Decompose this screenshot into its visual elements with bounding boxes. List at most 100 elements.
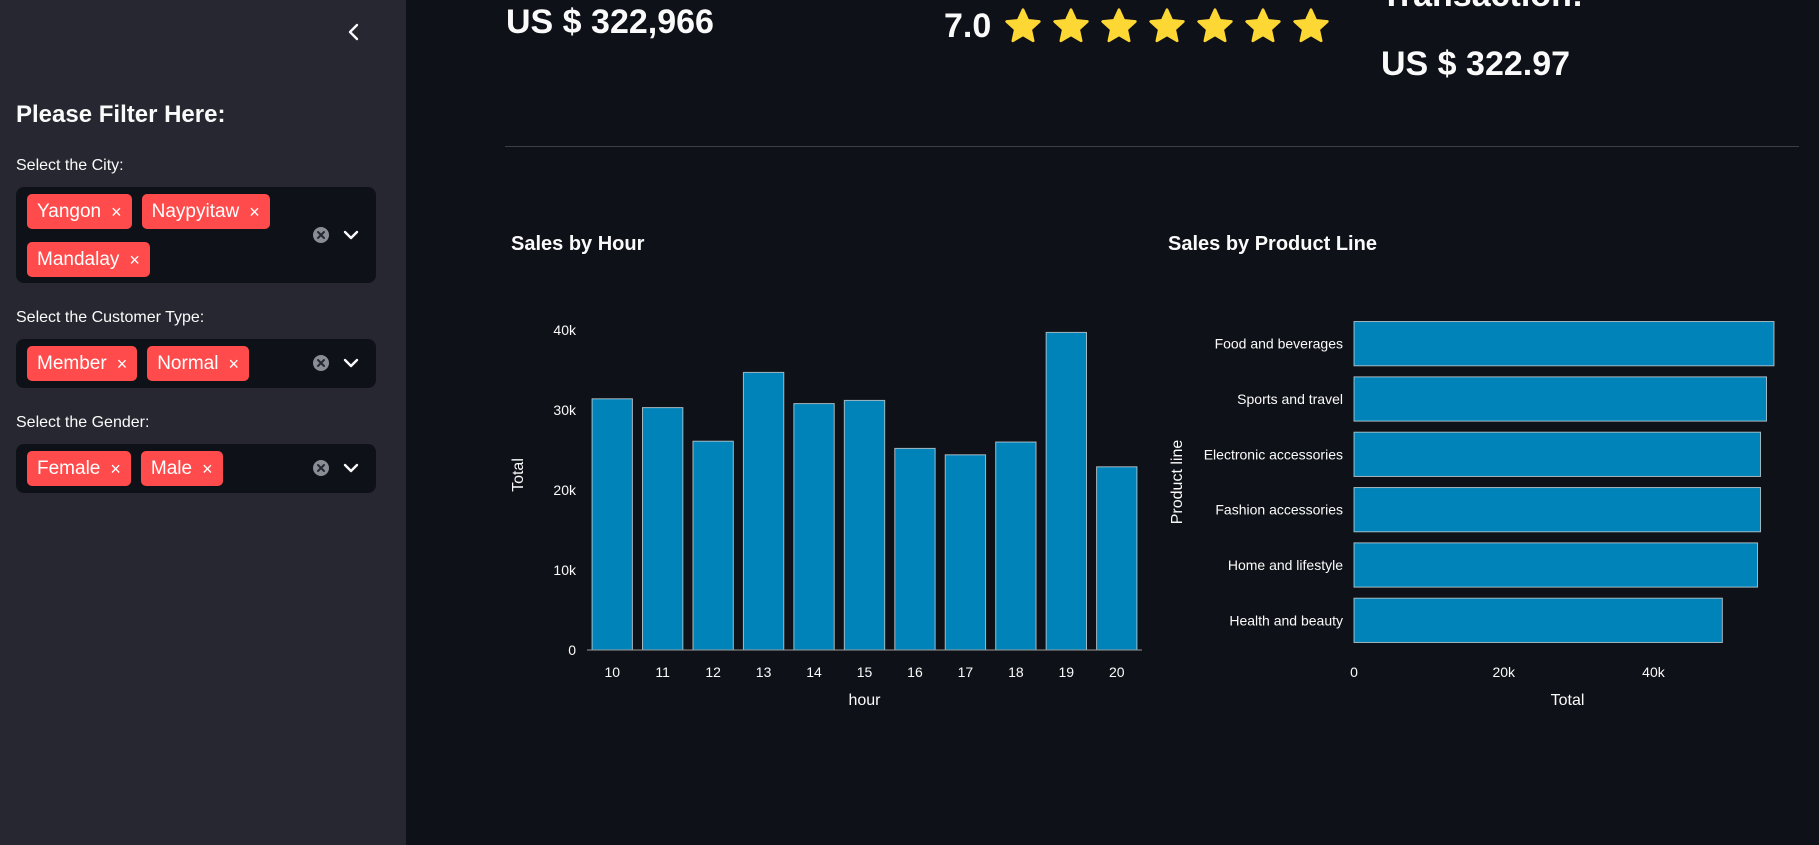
clear-all-icon[interactable] (312, 226, 330, 244)
bar[interactable] (742, 371, 785, 651)
tag-remove-icon[interactable]: × (110, 460, 121, 478)
y-tick-label: Food and beverages (1215, 336, 1343, 352)
x-tick-label: 13 (756, 664, 772, 680)
y-tick-label: Electronic accessories (1204, 446, 1343, 462)
tag-label: Member (37, 352, 107, 374)
chevron-down-icon[interactable] (342, 354, 360, 372)
city-tag-list: Yangon × Naypyitaw × Mandalay × (27, 194, 297, 277)
x-axis-title: hour (848, 692, 881, 709)
section-divider (505, 146, 1799, 147)
bar[interactable] (1353, 321, 1775, 367)
total-sales-value: US $ 322,966 (506, 3, 714, 41)
y-axis-title: Total (510, 458, 527, 492)
bar[interactable] (1353, 431, 1762, 477)
star-icon (1053, 8, 1089, 43)
x-tick-label: 15 (857, 664, 873, 680)
tag-label: Normal (157, 352, 219, 374)
star-icon (1101, 8, 1137, 43)
bar[interactable] (843, 399, 886, 651)
bar[interactable] (793, 403, 835, 651)
bar[interactable] (995, 441, 1037, 651)
tag-remove-icon[interactable]: × (228, 355, 239, 373)
tag-remove-icon[interactable]: × (111, 203, 122, 221)
sidebar-title: Please Filter Here: (16, 101, 226, 128)
y-tick-label: Sports and travel (1237, 391, 1343, 407)
bar[interactable] (944, 454, 987, 651)
tag-remove-icon[interactable]: × (249, 203, 260, 221)
star-icon (1005, 8, 1041, 43)
gender-tag[interactable]: Male × (140, 451, 223, 486)
clear-all-icon[interactable] (312, 354, 330, 372)
y-axis-title: Product line (1169, 440, 1186, 525)
gender-tag-list: Female × Male × (27, 451, 297, 486)
star-icon (1197, 8, 1233, 43)
bar[interactable] (894, 447, 936, 651)
tag-label: Yangon (37, 200, 102, 222)
tag-remove-icon[interactable]: × (202, 460, 213, 478)
bar[interactable] (642, 407, 684, 651)
rating-stars (995, 6, 1331, 46)
x-axis-title: Total (1551, 692, 1585, 709)
bar[interactable] (692, 440, 734, 651)
y-tick-label: 40k (553, 322, 577, 338)
city-tag[interactable]: Mandalay × (27, 242, 150, 277)
customer-type-filter-label: Select the Customer Type: (16, 309, 205, 326)
chevron-down-icon[interactable] (342, 226, 360, 244)
city-multiselect[interactable]: Yangon × Naypyitaw × Mandalay × (16, 187, 376, 283)
avg-transaction-heading: Transaction: (1381, 0, 1583, 15)
sales-by-product-line-chart: Food and beverages Sports and travel Elect… (1169, 321, 1775, 709)
tag-label: Female (37, 457, 101, 479)
chevron-left-icon (348, 23, 359, 41)
sales-by-product-line-title: Sales by Product Line (1168, 233, 1377, 255)
clear-all-icon[interactable] (312, 459, 330, 477)
x-tick-label: 16 (907, 664, 923, 680)
bar[interactable] (1096, 466, 1138, 651)
city-tag[interactable]: Yangon × (27, 194, 132, 229)
tag-label: Male (150, 457, 193, 479)
bar[interactable] (1353, 542, 1759, 588)
customer-type-tag-list: Member × Normal × (27, 346, 297, 381)
gender-filter-label: Select the Gender: (16, 414, 150, 431)
x-tick-label: 12 (705, 664, 721, 680)
tag-remove-icon[interactable]: × (117, 355, 128, 373)
y-tick-label: 0 (568, 642, 576, 658)
y-tick-label: 10k (553, 562, 577, 578)
bar[interactable] (591, 398, 633, 651)
bar[interactable] (1045, 331, 1087, 651)
y-tick-label: Fashion accessories (1215, 502, 1343, 518)
x-tick-label: 18 (1008, 664, 1024, 680)
customer-type-multiselect[interactable]: Member × Normal × (16, 339, 376, 388)
city-filter-label: Select the City: (16, 157, 124, 174)
sales-by-hour-chart: 0 10k 20k 30k 40k 10 11 12 13 14 15 16 17 18 19 20 hour T… (510, 322, 1142, 709)
customer-type-tag[interactable]: Normal × (147, 346, 249, 381)
x-tick-label: 20k (1492, 664, 1516, 680)
x-tick-label: 20 (1109, 664, 1125, 680)
collapse-sidebar-button[interactable] (342, 18, 366, 46)
y-tick-label: 20k (553, 482, 577, 498)
x-tick-label: 19 (1059, 664, 1075, 680)
y-tick-label: Health and beauty (1229, 612, 1343, 628)
x-tick-label: 40k (1642, 664, 1666, 680)
average-rating: 7.0 (944, 6, 1331, 46)
y-tick-label: Home and lifestyle (1228, 557, 1343, 573)
tag-label: Naypyitaw (151, 200, 240, 222)
gender-tag[interactable]: Female × (27, 451, 131, 486)
bar[interactable] (1353, 487, 1762, 533)
bar[interactable] (1353, 597, 1723, 643)
x-tick-label: 11 (655, 664, 670, 680)
city-tag[interactable]: Naypyitaw × (141, 194, 270, 229)
tag-remove-icon[interactable]: × (129, 251, 140, 269)
star-icon (1293, 8, 1329, 43)
chevron-down-icon[interactable] (342, 459, 360, 477)
x-tick-label: 17 (958, 664, 974, 680)
gender-multiselect[interactable]: Female × Male × (16, 444, 376, 493)
customer-type-tag[interactable]: Member × (27, 346, 138, 381)
sales-by-hour-title: Sales by Hour (511, 233, 645, 255)
star-icon (1149, 8, 1185, 43)
sidebar: Please Filter Here: Select the City: Yan… (0, 0, 406, 845)
bar[interactable] (1353, 376, 1768, 422)
x-tick-label: 14 (806, 664, 822, 680)
y-tick-label: 30k (553, 402, 577, 418)
rating-value: 7.0 (944, 6, 992, 45)
x-tick-label: 0 (1350, 664, 1358, 680)
